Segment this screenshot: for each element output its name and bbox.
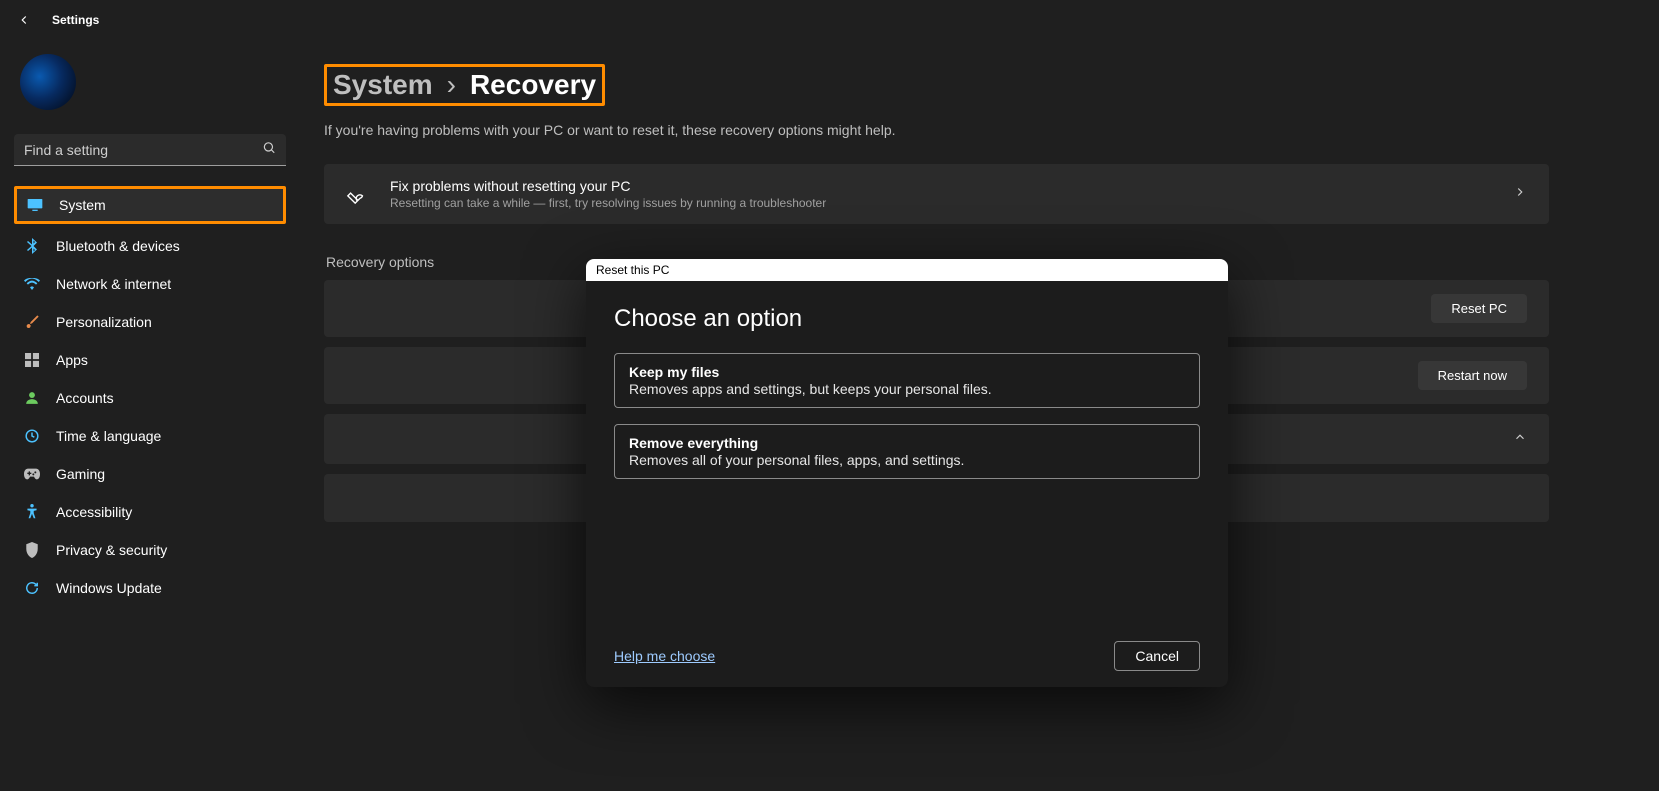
sidebar-item-label: Personalization	[56, 314, 276, 330]
display-icon	[27, 197, 43, 213]
wifi-icon	[24, 276, 40, 292]
apps-icon	[24, 352, 40, 368]
paintbrush-icon	[24, 314, 40, 330]
user-avatar[interactable]	[20, 54, 76, 110]
sidebar-item-label: Privacy & security	[56, 542, 276, 558]
search-field-wrap	[14, 134, 286, 166]
breadcrumb: System › Recovery	[324, 64, 605, 106]
sidebar-item-label: Gaming	[56, 466, 276, 482]
sidebar-item-label: Apps	[56, 352, 276, 368]
option-desc: Removes all of your personal files, apps…	[629, 452, 1185, 468]
reset-icon	[346, 298, 368, 320]
sidebar-item-windows-update[interactable]: Windows Update	[14, 572, 286, 604]
troubleshoot-card[interactable]: Fix problems without resetting your PC R…	[324, 164, 1549, 224]
cancel-button[interactable]: Cancel	[1114, 641, 1200, 671]
sidebar-item-label: Accounts	[56, 390, 276, 406]
clock-icon	[24, 428, 40, 444]
sidebar-item-accounts[interactable]: Accounts	[14, 382, 286, 414]
breadcrumb-current: Recovery	[470, 69, 596, 101]
option-keep-my-files[interactable]: Keep my files Removes apps and settings,…	[614, 353, 1200, 408]
sidebar-item-bluetooth[interactable]: Bluetooth & devices	[14, 230, 286, 262]
search-input[interactable]	[14, 134, 286, 166]
sidebar-item-label: Bluetooth & devices	[56, 238, 276, 254]
option-title: Keep my files	[629, 364, 1185, 380]
accessibility-icon	[24, 504, 40, 520]
sidebar-item-label: Time & language	[56, 428, 276, 444]
gamepad-icon	[24, 466, 40, 482]
dialog-titlebar: Reset this PC	[586, 259, 1228, 281]
sidebar-item-time-language[interactable]: Time & language	[14, 420, 286, 452]
dialog-heading: Choose an option	[614, 305, 1200, 333]
breadcrumb-parent[interactable]: System	[333, 69, 433, 101]
reset-pc-dialog: Reset this PC Choose an option Keep my f…	[586, 259, 1228, 687]
option-remove-everything[interactable]: Remove everything Removes all of your pe…	[614, 424, 1200, 479]
page-subtitle: If you're having problems with your PC o…	[324, 122, 1549, 138]
sidebar-item-label: Network & internet	[56, 276, 276, 292]
restart-now-button[interactable]: Restart now	[1418, 361, 1527, 390]
bluetooth-icon	[24, 238, 40, 254]
help-me-choose-link[interactable]: Help me choose	[614, 648, 715, 664]
sidebar-item-gaming[interactable]: Gaming	[14, 458, 286, 490]
sidebar-item-apps[interactable]: Apps	[14, 344, 286, 376]
update-icon	[24, 580, 40, 596]
sidebar-item-system[interactable]: System	[14, 186, 286, 224]
sidebar-item-accessibility[interactable]: Accessibility	[14, 496, 286, 528]
option-title: Remove everything	[629, 435, 1185, 451]
sidebar-item-privacy[interactable]: Privacy & security	[14, 534, 286, 566]
sidebar-item-network[interactable]: Network & internet	[14, 268, 286, 300]
shield-icon	[24, 542, 40, 558]
reset-pc-button[interactable]: Reset PC	[1431, 294, 1527, 323]
chevron-right-icon	[1513, 185, 1527, 204]
sidebar-item-label: System	[59, 197, 273, 213]
app-title: Settings	[52, 13, 99, 27]
chevron-up-icon	[1513, 430, 1527, 449]
card-desc: Resetting can take a while — first, try …	[390, 196, 1491, 210]
search-icon	[262, 141, 276, 160]
back-button[interactable]	[16, 12, 32, 28]
person-icon	[24, 390, 40, 406]
restart-icon	[346, 365, 368, 387]
sidebar-item-personalization[interactable]: Personalization	[14, 306, 286, 338]
sidebar-item-label: Accessibility	[56, 504, 276, 520]
option-desc: Removes apps and settings, but keeps you…	[629, 381, 1185, 397]
sidebar-item-label: Windows Update	[56, 580, 276, 596]
chevron-right-icon: ›	[447, 69, 456, 101]
card-title: Fix problems without resetting your PC	[390, 178, 1491, 194]
wrench-icon	[346, 183, 368, 205]
sidebar: System Bluetooth & devices Network & int…	[0, 40, 300, 791]
